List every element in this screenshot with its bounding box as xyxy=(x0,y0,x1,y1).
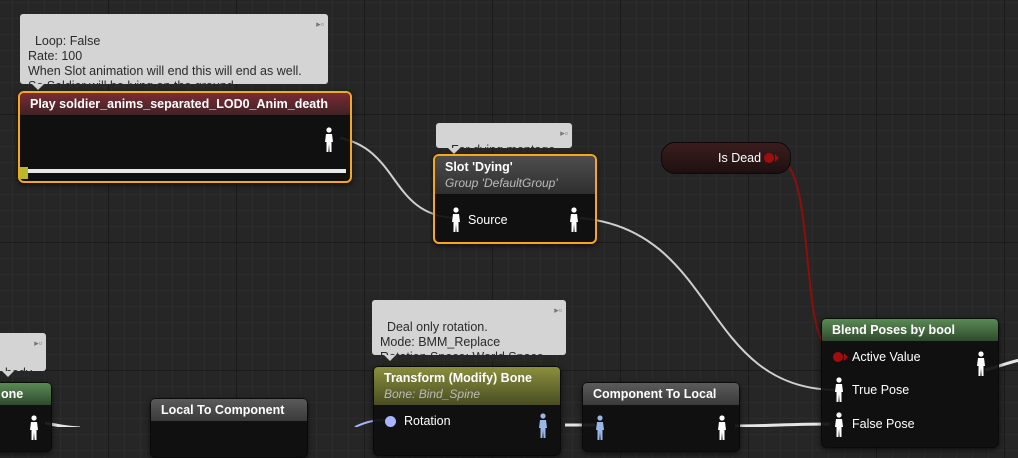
play-comment: Loop: False Rate: 100 When Slot animatio… xyxy=(20,14,328,93)
pose-output-icon[interactable] xyxy=(29,415,39,441)
local-to-component-title: Local To Component xyxy=(151,399,307,421)
slot-title: Slot 'Dying' xyxy=(445,160,513,174)
play-animation-node[interactable]: Play soldier_anims_separated_LOD0_Anim_d… xyxy=(18,91,352,183)
blend-poses-title: Blend Poses by bool xyxy=(822,319,998,341)
body-comment-text: body xyxy=(4,366,33,380)
rotation-label: Rotation xyxy=(404,414,451,428)
body-comment: body ▸▫ xyxy=(0,333,46,380)
pose-input-icon[interactable] xyxy=(595,415,605,441)
active-value-pin-icon[interactable] xyxy=(833,352,843,362)
is-dead-variable-node[interactable]: Is Dead xyxy=(661,142,791,174)
pose-output-icon[interactable] xyxy=(324,127,334,153)
comment-pin-icon[interactable]: ▸▫ xyxy=(34,336,42,351)
source-pin-label: Source xyxy=(468,213,508,227)
slot-header: Slot 'Dying' Group 'DefaultGroup' xyxy=(435,156,595,194)
play-progress-track xyxy=(28,169,346,173)
pose-output-icon[interactable] xyxy=(717,415,727,441)
false-pose-label: False Pose xyxy=(852,417,915,431)
is-dead-label: Is Dead xyxy=(718,151,762,165)
active-value-arrow-icon xyxy=(844,353,848,361)
slot-subtitle: Group 'DefaultGroup' xyxy=(445,176,558,190)
bone-partial-title: one xyxy=(0,383,51,405)
bone-partial-node[interactable]: one xyxy=(0,382,52,452)
bool-output-pin-icon[interactable] xyxy=(764,153,774,163)
true-pose-label: True Pose xyxy=(852,383,910,397)
transform-title: Transform (Modify) Bone xyxy=(384,371,532,385)
play-progress-fill xyxy=(20,167,28,179)
component-to-local-title: Component To Local xyxy=(583,383,739,405)
pose-output-icon[interactable] xyxy=(538,413,548,439)
comment-pin-icon[interactable]: ▸▫ xyxy=(554,303,562,318)
transform-comment: Deal only rotation. Mode: BMM_Replace Ro… xyxy=(372,300,566,364)
pose-input-icon[interactable] xyxy=(834,377,844,403)
wire-slot-to-true-pose xyxy=(579,217,839,391)
transform-subtitle: Bone: Bind_Spine xyxy=(384,387,481,401)
rotation-pin-icon[interactable] xyxy=(385,416,396,427)
active-value-label: Active Value xyxy=(852,350,921,364)
transform-header: Transform (Modify) Bone Bone: Bind_Spine xyxy=(374,367,560,405)
wire-bottom-right xyxy=(734,422,831,427)
transform-bone-node[interactable]: Transform (Modify) Bone Bone: Bind_Spine… xyxy=(373,366,561,456)
slot-node[interactable]: Slot 'Dying' Group 'DefaultGroup' Source xyxy=(433,154,597,244)
comment-pin-icon[interactable]: ▸▫ xyxy=(560,126,568,141)
bool-output-arrow-icon xyxy=(775,154,779,162)
slot-comment: For dying montage ▸▫ xyxy=(436,123,572,157)
pose-input-icon[interactable] xyxy=(451,207,461,233)
pose-output-icon[interactable] xyxy=(569,207,579,233)
blend-poses-node[interactable]: Blend Poses by bool Active Value True Po… xyxy=(821,318,999,448)
component-to-local-node[interactable]: Component To Local xyxy=(582,382,740,452)
pose-output-icon[interactable] xyxy=(976,351,986,377)
play-animation-title: Play soldier_anims_separated_LOD0_Anim_d… xyxy=(20,93,350,115)
pose-input-icon[interactable] xyxy=(834,412,844,438)
transform-comment-text: Deal only rotation. Mode: BMM_Replace Ro… xyxy=(380,320,544,364)
comment-pin-icon[interactable]: ▸▫ xyxy=(316,17,324,32)
local-to-component-node[interactable]: Local To Component xyxy=(150,398,308,458)
